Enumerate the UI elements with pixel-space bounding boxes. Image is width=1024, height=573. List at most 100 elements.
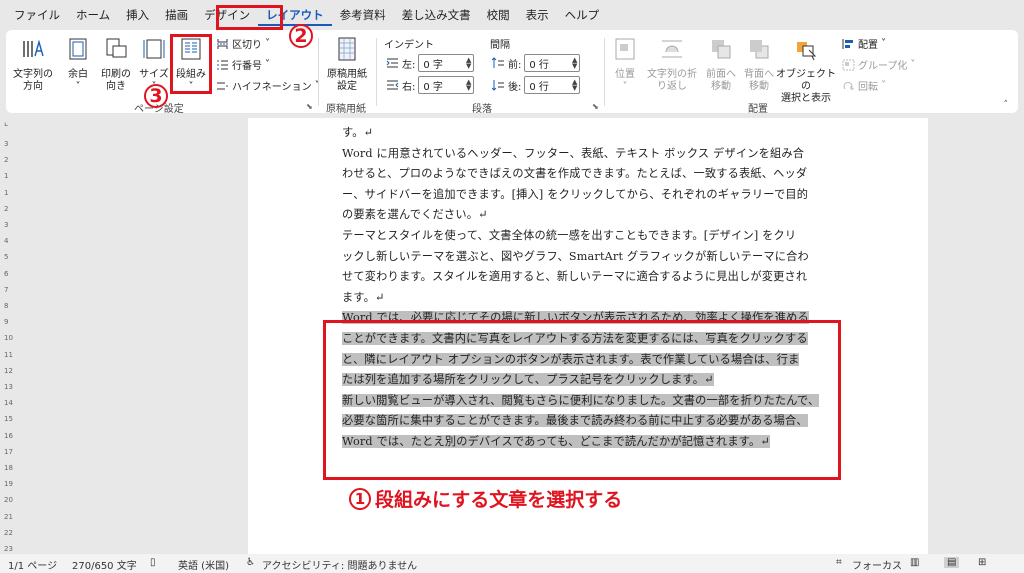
margins-button[interactable]: 余白 ˅	[62, 34, 94, 93]
line-text[interactable]: テーマとスタイルを使って、文書全体の統一感を出すこともできます。[デザイン] を…	[342, 229, 796, 242]
document-line[interactable]: の要素を選んでください。↵	[342, 205, 830, 226]
tab-selector-icon[interactable]: ⌞	[4, 118, 8, 128]
indent-right-value[interactable]: 0 字	[423, 78, 443, 93]
document-body[interactable]: す。↵ Word に用意されているヘッダー、フッター、表紙、テキスト ボックス デ…	[342, 123, 830, 453]
menu-view[interactable]: 表示	[518, 4, 557, 26]
proofing-icon[interactable]: ▯	[150, 557, 156, 568]
document-line[interactable]: ことができます。文書内に写真をレイアウトする方法を変更するには、写真をクリックす…	[342, 329, 830, 350]
word-count[interactable]: 270/650 文字	[72, 557, 137, 572]
document-line[interactable]: す。↵	[342, 123, 830, 144]
read-mode-icon[interactable]: ▥	[910, 557, 919, 568]
ruler-tick-label: 19	[4, 480, 13, 489]
rotate-button[interactable]: 回転 ˅	[842, 78, 886, 93]
selected-text[interactable]: 必要な箇所に集中することができます。最後まで読み終わる前に中止する必要がある場合…	[342, 414, 808, 428]
spinner-arrows-icon[interactable]: ▲ ▼	[466, 79, 473, 92]
menu-home[interactable]: ホーム	[68, 4, 118, 26]
line-text[interactable]: わせると、プロのようなできばえの文書を作成できます。たとえば、一致する表紙、ヘッ…	[342, 167, 807, 180]
spinner-arrows-icon[interactable]: ▲ ▼	[572, 57, 579, 70]
menu-design[interactable]: デザイン	[196, 4, 258, 26]
columns-icon	[181, 38, 201, 60]
spacing-after-spinner[interactable]: 0 行 ▲ ▼	[524, 76, 581, 94]
page-count[interactable]: 1/1 ページ	[8, 557, 57, 572]
document-line[interactable]: Word では、たとえ別のデバイスであっても、どこまで読んだかが記憶されます。↵	[342, 432, 830, 453]
spacing-after-value[interactable]: 0 行	[529, 78, 549, 93]
selected-text[interactable]: と、隣にレイアウト オプションのボタンが表示されます。表で作業している場合は、行…	[342, 352, 800, 366]
spacing-before-value[interactable]: 0 行	[529, 56, 549, 71]
wrap-text-button[interactable]: 文字列の折 り返し	[644, 34, 700, 93]
selected-text[interactable]: ことができます。文書内に写真をレイアウトする方法を変更するには、写真をクリックす…	[342, 331, 808, 345]
focus-icon: ⌗	[836, 557, 842, 568]
spinner-arrows-icon[interactable]: ▲ ▼	[572, 79, 579, 92]
accessibility-status[interactable]: アクセシビリティ: 問題ありません	[262, 557, 417, 572]
selected-text[interactable]: Word では、たとえ別のデバイスであっても、どこまで読んだかが記憶されます。↵	[342, 434, 770, 448]
document-line[interactable]: テーマとスタイルを使って、文書全体の統一感を出すこともできます。[デザイン] を…	[342, 226, 830, 247]
status-bar: 1/1 ページ 270/650 文字 ▯ 英語 (米国) ♿ アクセシビリティ:…	[0, 554, 1024, 573]
ruler-tick-label: 13	[4, 383, 13, 391]
hyphenation-icon	[217, 82, 228, 89]
orientation-button[interactable]: 印刷の 向き	[98, 34, 134, 93]
line-text[interactable]: せて変わります。スタイルを適用すると、新しいテーマに適合するように見出しが変更さ…	[342, 270, 807, 283]
selected-text[interactable]: Word では、必要に応じてその場に新しいボタンが表示されるため、効率よく操作を…	[342, 311, 809, 325]
columns-button[interactable]: 段組み ˅	[174, 34, 208, 93]
group-button[interactable]: グループ化 ˅	[842, 57, 915, 72]
send-backward-button[interactable]: 背面へ 移動	[742, 34, 776, 93]
document-line[interactable]: 必要な箇所に集中することができます。最後まで読み終わる前に中止する必要がある場合…	[342, 411, 830, 432]
text-direction-icon	[23, 39, 44, 57]
line-text[interactable]: ックし新しいテーマを選ぶと、図やグラフ、SmartArt グラフィックが新しいテ…	[342, 250, 809, 263]
ruler-tick-label: 3	[4, 221, 9, 229]
line-text[interactable]: の要素を選んでください。↵	[342, 208, 488, 221]
document-line[interactable]: わせると、プロのようなできばえの文書を作成できます。たとえば、一致する表紙、ヘッ…	[342, 164, 830, 185]
send-backward-label-2: 移動	[749, 81, 769, 92]
text-direction-button[interactable]: 文字列の 方向	[12, 34, 54, 93]
document-line[interactable]: 新しい閲覧ビューが導入され、閲覧もさらに便利になりました。文書の一部を折りたたん…	[342, 391, 830, 412]
line-text[interactable]: す。↵	[342, 126, 373, 139]
menu-review[interactable]: 校閲	[479, 4, 518, 26]
line-text[interactable]: ます。↵	[342, 291, 385, 304]
spacing-before-spinner[interactable]: 0 行 ▲ ▼	[524, 54, 581, 72]
line-text[interactable]: ー、サイドバーを追加できます。[挿入] をクリックしてから、それぞれのギャラリー…	[342, 188, 808, 201]
line-text[interactable]: Word に用意されているヘッダー、フッター、表紙、テキスト ボックス デザイン…	[342, 147, 804, 160]
collapse-ribbon-icon[interactable]: ˄	[1004, 100, 1009, 110]
menu-draw[interactable]: 描画	[157, 4, 196, 26]
paragraph-launcher-icon[interactable]: ⬊	[592, 102, 599, 111]
hyphenation-button[interactable]: ハイフネーション˅	[216, 78, 320, 93]
selected-text[interactable]: たは列を追加する場所をクリックして、プラス記号をクリックします。↵	[342, 373, 714, 387]
menu-insert[interactable]: 挿入	[118, 4, 157, 26]
menu-file[interactable]: ファイル	[6, 4, 68, 26]
breaks-button[interactable]: 区切り ˅	[216, 36, 270, 51]
print-layout-icon[interactable]: ▤	[944, 557, 960, 568]
menu-mailings[interactable]: 差し込み文書	[394, 4, 479, 26]
spinner-arrows-icon[interactable]: ▲ ▼	[466, 57, 473, 70]
margins-label: 余白	[68, 69, 88, 80]
manuscript-settings-button[interactable]: 原稿用紙 設定	[322, 34, 372, 93]
vertical-ruler[interactable]: 3 2 1 1 2 3 4 5 6 7 8 9 10 11 12 13 14 15 16 17 18 19 20 21 22 23	[0, 132, 18, 553]
document-line[interactable]: たは列を追加する場所をクリックして、プラス記号をクリックします。↵	[342, 370, 830, 391]
page-setup-launcher-icon[interactable]: ⬊	[306, 102, 313, 111]
ruler-tick-label: 3	[4, 140, 9, 148]
line-numbers-button[interactable]: 行番号 ˅	[216, 57, 270, 72]
indent-left-value[interactable]: 0 字	[423, 56, 443, 71]
ruler-tick-label: 8	[4, 302, 9, 310]
indent-right-label: 右:	[402, 81, 416, 93]
document-line[interactable]: と、隣にレイアウト オプションのボタンが表示されます。表で作業している場合は、行…	[342, 350, 830, 371]
bring-forward-button[interactable]: 前面へ 移動	[704, 34, 738, 93]
indent-right-spinner[interactable]: 0 字 ▲ ▼	[418, 76, 475, 94]
document-line[interactable]: ー、サイドバーを追加できます。[挿入] をクリックしてから、それぞれのギャラリー…	[342, 185, 830, 206]
document-line[interactable]: Word に用意されているヘッダー、フッター、表紙、テキスト ボックス デザイン…	[342, 144, 830, 165]
web-layout-icon[interactable]: ⊞	[978, 557, 986, 568]
ruler-tick-label: 16	[4, 431, 13, 440]
align-button[interactable]: 配置 ˅	[842, 36, 886, 51]
language-indicator[interactable]: 英語 (米国)	[178, 557, 229, 572]
menu-help[interactable]: ヘルプ	[557, 4, 608, 26]
selection-pane-button[interactable]: オブジェクトの 選択と表示	[776, 34, 836, 105]
document-line[interactable]: ックし新しいテーマを選ぶと、図やグラフ、SmartArt グラフィックが新しいテ…	[342, 247, 830, 268]
focus-button[interactable]: フォーカス	[852, 557, 902, 572]
document-line[interactable]: ます。↵	[342, 288, 830, 309]
position-button[interactable]: 位置 ˅	[610, 34, 640, 93]
menu-references[interactable]: 参考資料	[332, 4, 394, 26]
document-line[interactable]: Word では、必要に応じてその場に新しいボタンが表示されるため、効率よく操作を…	[342, 308, 830, 329]
selected-text[interactable]: 新しい閲覧ビューが導入され、閲覧もさらに便利になりました。文書の一部を折りたたん…	[342, 393, 820, 407]
document-line[interactable]: せて変わります。スタイルを適用すると、新しいテーマに適合するように見出しが変更さ…	[342, 267, 830, 288]
indent-left-spinner[interactable]: 0 字 ▲ ▼	[418, 54, 475, 72]
menu-layout[interactable]: レイアウト	[258, 4, 332, 26]
